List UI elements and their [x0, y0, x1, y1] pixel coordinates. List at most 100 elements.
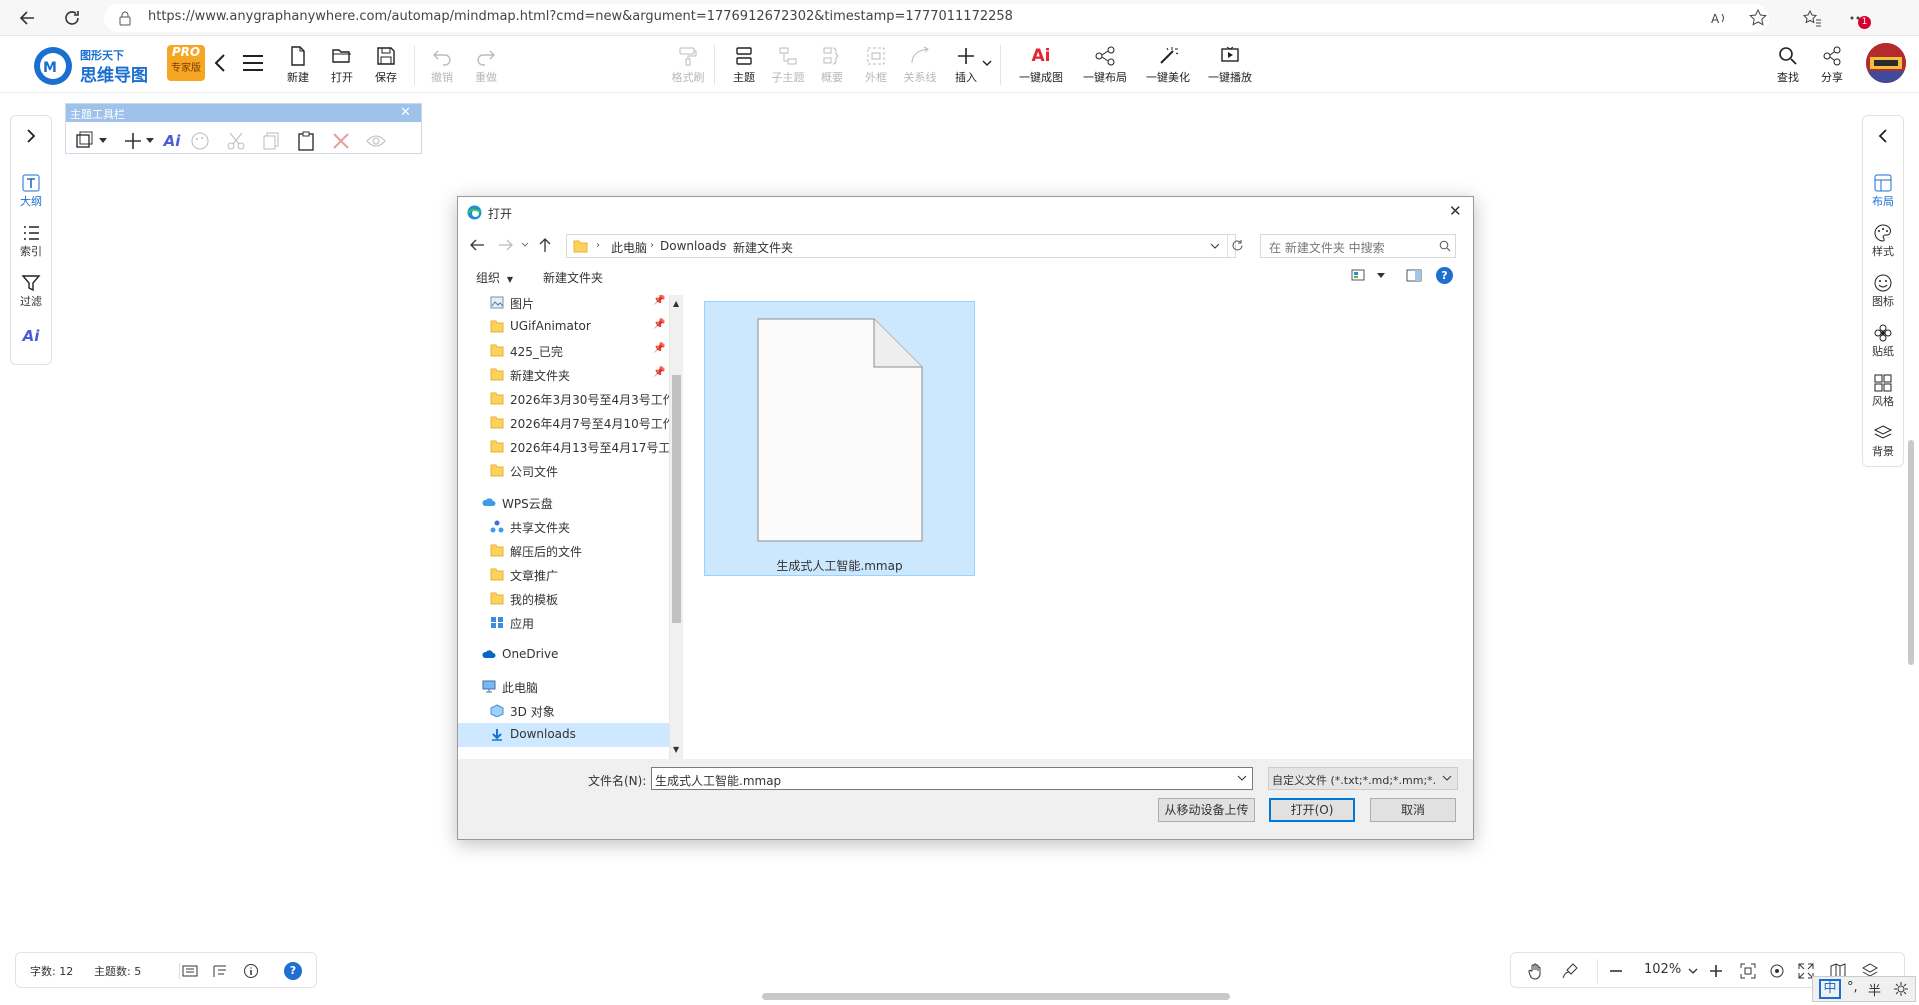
breadcrumb-item[interactable]: 新建文件夹 [733, 239, 793, 256]
ai-icon[interactable]: Ai [161, 130, 183, 152]
hamburger-menu-icon[interactable] [242, 53, 264, 73]
path-dropdown-chevron-icon[interactable] [1210, 243, 1220, 250]
address-bar[interactable]: https://www.anygraphanywhere.com/automap… [104, 4, 1769, 32]
subtopic-button[interactable]: 子主题 [768, 43, 808, 89]
ai-generate-button[interactable]: Ai 一键成图 [1011, 43, 1071, 89]
refresh-icon[interactable] [62, 8, 82, 28]
chevron-right-icon[interactable]: › [723, 240, 727, 251]
nav-item-folder[interactable]: 新建文件夹 📌 [458, 363, 669, 387]
nav-item-3d-objects[interactable]: 3D 对象 [458, 699, 669, 723]
format-painter-button[interactable]: 格式刷 [668, 43, 708, 89]
insert-button[interactable]: 插入 [946, 43, 986, 89]
preview-pane-icon[interactable] [1406, 269, 1422, 282]
eye-icon[interactable] [365, 130, 387, 152]
read-aloud-icon[interactable]: A [1710, 9, 1728, 27]
ime-settings-gear-icon[interactable] [1893, 981, 1909, 997]
favorites-icon[interactable] [1802, 8, 1822, 28]
nav-item-this-pc[interactable]: 此电脑 [458, 675, 669, 699]
path-bar[interactable]: › 此电脑 › Downloads › 新建文件夹 [566, 234, 1243, 258]
nav-item-folder[interactable]: 文章推广 [458, 563, 669, 587]
topic-toolbar-header[interactable]: 主题工具栏 ✕ [66, 104, 421, 122]
beautify-button[interactable]: 一键美化 [1138, 43, 1198, 89]
auto-layout-button[interactable]: 一键布局 [1075, 43, 1135, 89]
zoom-chevron-down-icon[interactable] [1688, 968, 1698, 975]
copy-icon[interactable] [260, 130, 282, 152]
ime-mode[interactable]: 中 [1819, 979, 1841, 999]
hand-pan-icon[interactable] [1527, 962, 1545, 980]
summary-button[interactable]: 概要 [812, 43, 852, 89]
zoom-out-minus-icon[interactable] [1607, 962, 1625, 980]
nav-item-folder[interactable]: UGifAnimator 📌 [458, 315, 669, 339]
open-button[interactable]: 打开(O) [1269, 798, 1355, 822]
nav-item-folder[interactable]: 2026年3月30号至4月3号工作 [458, 387, 669, 411]
save-button[interactable]: 保存 [366, 43, 406, 89]
redo-button[interactable]: 重做 [466, 43, 506, 89]
nav-item-wps-cloud[interactable]: WPS云盘 [458, 491, 669, 515]
cancel-button[interactable]: 取消 [1370, 798, 1456, 822]
open-button[interactable]: 打开 [322, 43, 362, 89]
favorite-star-icon[interactable] [1748, 8, 1768, 28]
outline-tab[interactable]: 大纲 [11, 173, 51, 209]
ai-tab[interactable]: Ai [11, 327, 51, 345]
nav-item-folder[interactable]: 我的模板 [458, 587, 669, 611]
horizontal-scrollbar[interactable] [762, 993, 1230, 1000]
nav-item-folder[interactable]: 公司文件 [458, 459, 669, 483]
back-arrow-icon[interactable] [469, 238, 485, 252]
upload-from-device-button[interactable]: 从移动设备上传 [1158, 798, 1255, 822]
chevron-right-icon[interactable]: › [596, 240, 600, 251]
center-target-icon[interactable] [1768, 962, 1786, 980]
share-button[interactable]: 分享 [1812, 43, 1852, 89]
index-tab[interactable]: 索引 [11, 223, 51, 259]
help-icon[interactable]: ? [284, 962, 302, 980]
keyboard-icon[interactable] [182, 963, 198, 979]
nav-scrollbar[interactable]: ▲ ▼ [670, 295, 683, 759]
scissors-icon[interactable] [225, 130, 247, 152]
fit-screen-icon[interactable] [1739, 962, 1757, 980]
find-button[interactable]: 查找 [1768, 43, 1808, 89]
nav-item-downloads[interactable]: Downloads [458, 723, 669, 747]
breadcrumb-item[interactable]: 此电脑 [611, 239, 647, 256]
scroll-down-arrow-icon[interactable]: ▼ [673, 745, 679, 754]
chevron-right-icon[interactable]: › [650, 240, 654, 251]
chevron-down-icon[interactable] [146, 138, 154, 144]
theme-tab[interactable]: 风格 [1863, 373, 1903, 409]
collapse-panel-button[interactable] [1863, 126, 1903, 146]
scroll-up-arrow-icon[interactable]: ▲ [673, 299, 679, 308]
chevron-down-icon[interactable] [1377, 273, 1385, 279]
nav-item-folder[interactable]: 解压后的文件 [458, 539, 669, 563]
delete-x-icon[interactable] [330, 130, 352, 152]
insert-dropdown-chevron-icon[interactable] [982, 59, 992, 67]
up-arrow-icon[interactable] [538, 237, 552, 253]
file-item-selected[interactable]: 生成式人工智能.mmap [704, 301, 975, 576]
recent-chevron-down-icon[interactable] [521, 242, 529, 248]
ime-punct[interactable]: °, [1847, 980, 1858, 995]
nav-item-shared[interactable]: 共享文件夹 [458, 515, 669, 539]
topic-button[interactable]: 主题 [724, 43, 764, 89]
nav-item-apps[interactable]: 应用 [458, 611, 669, 635]
boundary-button[interactable]: 外框 [856, 43, 896, 89]
chevron-down-icon[interactable] [1442, 775, 1452, 782]
new-button[interactable]: 新建 [278, 43, 318, 89]
back-icon[interactable] [18, 8, 38, 28]
nav-item-onedrive[interactable]: OneDrive [458, 643, 669, 667]
user-avatar[interactable] [1866, 43, 1906, 83]
outline-view-icon[interactable] [212, 963, 228, 979]
organize-menu[interactable]: 组织 ▼ [476, 269, 513, 286]
chevron-down-icon[interactable] [99, 138, 107, 144]
nav-item-folder[interactable]: 425_已完 📌 [458, 339, 669, 363]
expand-panel-button[interactable] [11, 126, 51, 146]
layout-tab[interactable]: 布局 [1863, 173, 1903, 209]
chevron-down-icon[interactable] [1237, 775, 1247, 782]
clipboard-icon[interactable] [295, 130, 317, 152]
background-tab[interactable]: 背景 [1863, 423, 1903, 459]
dialog-search-input[interactable]: 在 新建文件夹 中搜索 [1260, 234, 1456, 258]
style-tab[interactable]: 样式 [1863, 223, 1903, 259]
collapse-chevron-icon[interactable] [212, 53, 228, 73]
sticker-tab[interactable]: 贴纸 [1863, 323, 1903, 359]
palette-icon[interactable] [189, 130, 211, 152]
icon-tab[interactable]: 图标 [1863, 273, 1903, 309]
ime-indicator[interactable]: 中 °, 半 [1812, 976, 1916, 1002]
add-icon[interactable] [122, 130, 144, 152]
copy-style-icon[interactable] [75, 130, 97, 152]
play-button[interactable]: 一键播放 [1200, 43, 1260, 89]
